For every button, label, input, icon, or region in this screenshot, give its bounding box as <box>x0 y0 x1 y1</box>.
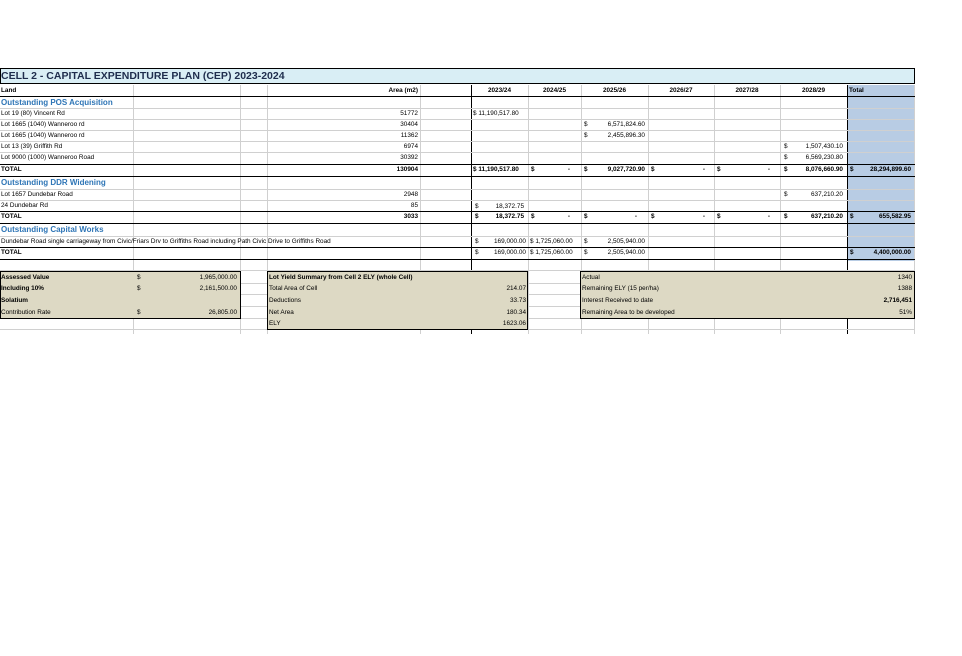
currency-sign: $ <box>137 285 141 292</box>
lot-yield-value: 1623.06 <box>502 320 526 327</box>
currency-sign: $ <box>531 166 535 173</box>
area-value: 85 <box>410 202 418 209</box>
section-heading: Outstanding POS Acquisition <box>1 98 113 107</box>
land-name: Lot 1665 (1040) Wanneroo rd <box>1 121 85 128</box>
currency-sign: $ <box>717 213 721 220</box>
valuation-value: 26,805.00 <box>208 309 237 316</box>
grand-total: 4,400,000.00 <box>873 249 911 256</box>
total-year-5: - <box>767 166 770 173</box>
total-year-6: 8,076,660.90 <box>805 166 843 173</box>
year-6-value: 637,210.20 <box>811 191 843 198</box>
stat-label: Remaining ELY (15 per/ha) <box>582 285 659 292</box>
lot-yield-label: Total Area of Cell <box>269 285 318 292</box>
total-year-1: $ 11,190,517.80 <box>473 166 519 173</box>
total-year-2: - <box>567 213 570 220</box>
stat-label: Remaining Area to be developed <box>582 309 675 316</box>
area-value: 11362 <box>400 132 418 139</box>
year-3-value: 6,571,824.60 <box>607 121 645 128</box>
valuation-label: Contribution Rate <box>1 309 51 316</box>
area-value: 2948 <box>403 191 418 198</box>
year-6-value: 1,507,430.10 <box>805 143 843 150</box>
lot-yield-value: 180.34 <box>506 309 526 316</box>
currency-sign: $ <box>651 213 655 220</box>
currency-sign: $ <box>137 274 141 281</box>
total-year-4: - <box>702 166 705 173</box>
lot-yield-heading: Lot Yield Summary from Cell 2 ELY (whole… <box>269 274 413 281</box>
header-year-2: 2024/25 <box>542 87 567 94</box>
year-1-value: 169,000.00 <box>494 238 526 245</box>
currency-sign: $ <box>717 166 721 173</box>
valuation-value: 2,161,500.00 <box>199 285 237 292</box>
lot-yield-value: 33.73 <box>510 297 526 304</box>
stat-value: 1340 <box>897 274 912 281</box>
land-name: Lot 19 (80) Vincent Rd <box>1 110 65 117</box>
header-year-5: 2027/28 <box>735 87 759 94</box>
area-value: 30392 <box>400 154 418 161</box>
lot-yield-label: Deductions <box>269 297 301 304</box>
land-name: Lot 1657 Dundebar Road <box>1 191 73 198</box>
total-label: TOTAL <box>1 213 22 220</box>
grand-total: 28,294,899.60 <box>870 166 911 173</box>
valuation-label: Solatium <box>1 297 28 304</box>
grand-total: 655,582.95 <box>879 213 911 220</box>
currency-sign: $ <box>531 213 535 220</box>
area-value: 51772 <box>400 110 418 117</box>
header-year-6: 2028/29 <box>801 87 826 94</box>
works-description: Dundebar Road single carriageway from Ci… <box>1 238 331 245</box>
total-year-4: - <box>702 213 705 220</box>
year-2-value: $ 1,725,060.00 <box>530 238 573 245</box>
stat-label: Actual <box>582 274 600 281</box>
total-year-6: 637,210.20 <box>811 213 843 220</box>
total-area: 130904 <box>396 166 418 173</box>
total-label: TOTAL <box>1 166 22 173</box>
section-heading: Outstanding Capital Works <box>1 225 104 234</box>
stat-value: 51% <box>899 309 912 316</box>
total-year-2: $ 1,725,060.00 <box>530 249 573 256</box>
page-title: CELL 2 - CAPITAL EXPENDITURE PLAN (CEP) … <box>1 70 285 82</box>
year-3-value: 2,455,896.30 <box>607 132 645 139</box>
area-value: 30404 <box>400 121 418 128</box>
land-name: Lot 13 (39) Griffith Rd <box>1 143 63 150</box>
year-6-value: 6,569,230.80 <box>805 154 843 161</box>
header-total: Total <box>849 87 864 94</box>
land-name: 24 Dundebar Rd <box>1 202 48 209</box>
stat-label: Interest Received to date <box>582 297 654 304</box>
lot-yield-label: Net Area <box>269 309 294 316</box>
total-year-5: - <box>767 213 770 220</box>
section-heading: Outstanding DDR Widening <box>1 178 106 187</box>
header-area: Area (m2) <box>388 87 418 94</box>
stat-value: 2,716,451 <box>883 297 912 304</box>
valuation-value: 1,965,000.00 <box>199 274 237 281</box>
total-year-3: - <box>634 213 637 220</box>
land-name: Lot 1665 (1040) Wanneroo rd <box>1 132 85 139</box>
year-1-value: $ 11,190,517.80 <box>473 110 519 117</box>
year-1-value: 18,372.75 <box>495 203 524 210</box>
total-year-2: - <box>567 166 570 173</box>
area-value: 6974 <box>403 143 418 150</box>
total-year-1: 169,000.00 <box>494 249 526 256</box>
header-year-3: 2025/26 <box>602 87 627 94</box>
currency-sign: $ <box>137 309 141 316</box>
stat-value: 1388 <box>897 285 912 292</box>
total-year-3: 2,505,940.00 <box>607 249 645 256</box>
total-label: TOTAL <box>1 249 22 256</box>
total-area: 3033 <box>403 213 418 220</box>
total-year-3: 9,027,720.90 <box>607 166 645 173</box>
year-3-value: 2,505,940.00 <box>607 238 645 245</box>
header-year-1: 2023/24 <box>487 87 512 94</box>
header-land: Land <box>1 87 17 94</box>
header-year-4: 2026/27 <box>669 87 693 94</box>
land-name: Lot 9000 (1000) Wanneroo Road <box>1 154 95 161</box>
lot-yield-value: 214.07 <box>506 285 526 292</box>
total-year-1: 18,372.75 <box>495 213 524 220</box>
valuation-label: Including 10% <box>1 285 44 292</box>
currency-sign: $ <box>651 166 655 173</box>
currency-sign: $ <box>584 213 588 220</box>
lot-yield-label: ELY <box>269 320 281 327</box>
valuation-label: Assessed Value <box>1 274 50 281</box>
